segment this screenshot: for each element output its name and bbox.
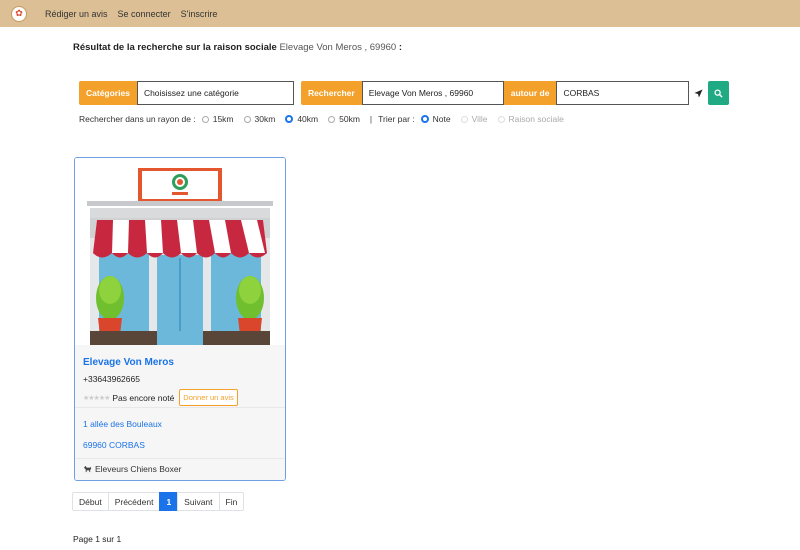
card-address-section: 1 allée des Bouleaux 69960 CORBAS: [75, 407, 285, 458]
nav-signup[interactable]: S'inscrire: [181, 9, 218, 19]
radius-40km[interactable]: 40km: [285, 114, 318, 124]
result-heading-text: Résultat de la recherche sur la raison s…: [73, 42, 277, 53]
pagination: Début Précédent 1 Suivant Fin: [72, 492, 245, 511]
radio-dot[interactable]: [328, 115, 336, 123]
dog-icon: [83, 465, 92, 473]
city-line[interactable]: 69960 CORBAS: [83, 440, 277, 450]
category-select[interactable]: Choisissez une catégorie: [136, 81, 294, 105]
address-line[interactable]: 1 allée des Bouleaux: [83, 419, 277, 429]
business-name-link[interactable]: Elevage Von Meros: [83, 345, 277, 368]
location-input[interactable]: CORBAS: [556, 81, 690, 105]
search-icon: [714, 88, 724, 98]
page-info: Page 1 sur 1: [73, 534, 122, 544]
geolocate-icon[interactable]: [689, 81, 707, 105]
site-logo-icon[interactable]: ✿: [11, 5, 27, 22]
radio-dot[interactable]: [460, 115, 468, 123]
radius-15km[interactable]: 15km: [201, 114, 234, 124]
page-first-button[interactable]: Début: [72, 492, 109, 511]
options-separator: |: [369, 114, 373, 124]
result-heading-colon: :: [398, 42, 402, 53]
give-review-button[interactable]: Donner un avis: [179, 389, 238, 406]
sort-label: Trier par :: [378, 114, 415, 124]
categories-label: Catégories: [79, 81, 137, 105]
search-bar: Catégories Choisissez une catégorie Rech…: [79, 81, 730, 105]
around-label: autour de: [503, 81, 557, 105]
card-header-section: Elevage Von Meros +33643962665 ★★★★★ Pas…: [75, 345, 285, 407]
nav-write-review[interactable]: Rédiger un avis: [45, 9, 108, 19]
radius-30km[interactable]: 30km: [243, 114, 275, 124]
radius-50km[interactable]: 50km: [328, 114, 360, 124]
search-label: Rechercher: [300, 81, 362, 105]
rating-text: Pas encore noté: [112, 392, 175, 403]
storefront-image[interactable]: [75, 158, 285, 345]
search-options: Rechercher dans un rayon de : 15km 30km …: [79, 114, 564, 124]
card-category-section: Eleveurs Chiens Boxer: [75, 458, 285, 480]
radio-dot[interactable]: [201, 115, 209, 123]
category-row: Eleveurs Chiens Boxer: [83, 459, 277, 479]
card-body: Elevage Von Meros +33643962665 ★★★★★ Pas…: [75, 345, 285, 480]
nav-login[interactable]: Se connecter: [118, 9, 171, 19]
category-text: Eleveurs Chiens Boxer: [95, 464, 182, 474]
page-next-button[interactable]: Suivant: [177, 492, 220, 511]
radio-dot-selected[interactable]: [285, 115, 294, 123]
page-last-button[interactable]: Fin: [218, 492, 245, 511]
page-prev-button[interactable]: Précédent: [107, 492, 161, 511]
rating-stars-icon: ★★★★★: [83, 394, 110, 402]
sort-ville[interactable]: Ville: [460, 114, 488, 124]
result-heading-query: Elevage Von Meros , 69960: [279, 42, 397, 53]
business-phone: +33643962665: [83, 374, 140, 384]
page-current-button[interactable]: 1: [159, 492, 179, 511]
search-input[interactable]: Elevage Von Meros , 69960: [361, 81, 504, 105]
sort-raison-sociale[interactable]: Raison sociale: [497, 114, 564, 124]
search-button[interactable]: [708, 81, 730, 105]
radio-dot[interactable]: [497, 115, 505, 123]
top-navbar: ✿ Rédiger un avis Se connecter S'inscrir…: [0, 0, 800, 27]
radio-dot[interactable]: [243, 115, 251, 123]
nav-links: Rédiger un avis Se connecter S'inscrire: [45, 9, 217, 19]
result-heading: Résultat de la recherche sur la raison s…: [73, 42, 402, 53]
sort-note[interactable]: Note: [420, 114, 451, 124]
radius-label: Rechercher dans un rayon de :: [79, 114, 196, 124]
radio-dot-selected[interactable]: [420, 115, 429, 123]
business-card[interactable]: Elevage Von Meros +33643962665 ★★★★★ Pas…: [74, 157, 286, 481]
